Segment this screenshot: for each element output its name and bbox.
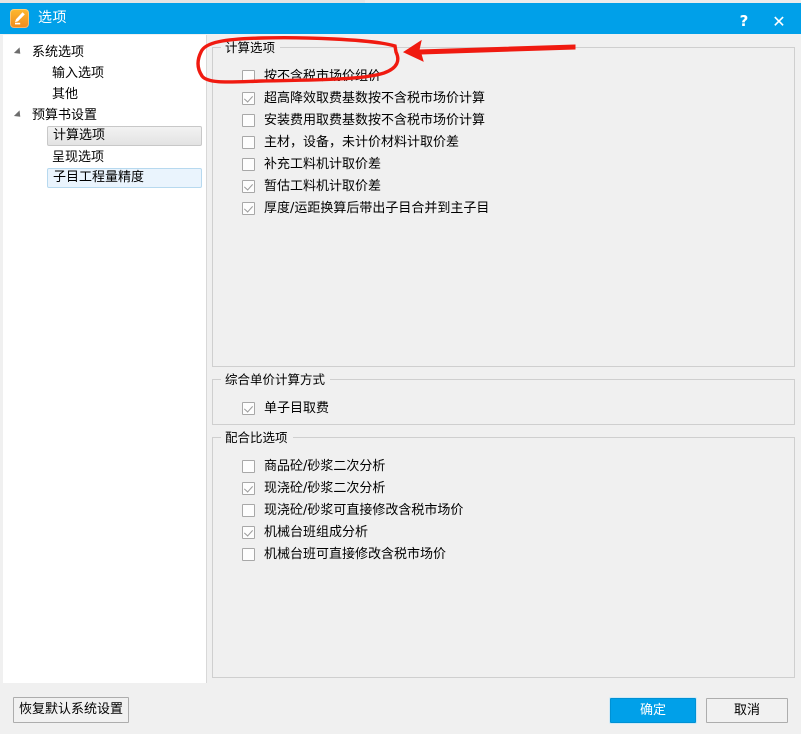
group-gb-calc: 计算选项按不含税市场价组价超高降效取费基数按不含税市场价计算 安装费用取费基数按不…	[212, 40, 795, 367]
checkbox-unchecked-icon[interactable]	[242, 547, 255, 561]
checkbox-row[interactable]: 单子目取费	[225, 398, 782, 420]
sidebar-item-4[interactable]: 计算选项	[3, 126, 206, 147]
checkbox-unchecked-icon[interactable]	[242, 157, 255, 171]
checkbox-label: 厚度/运距换算后带出子目合并到主子目	[264, 200, 490, 216]
window-title: 选项	[38, 10, 67, 26]
checkbox-row[interactable]: 现浇砼/砂浆二次分析	[225, 478, 782, 500]
checkbox-label: 单子目取费	[264, 400, 330, 416]
checkbox-checked-icon[interactable]	[242, 525, 255, 539]
checkbox-label: 现浇砼/砂浆可直接修改含税市场价	[264, 502, 464, 518]
checkbox-label: 机械台班可直接修改含税市场价	[264, 546, 447, 562]
sidebar-item-0[interactable]: 系统选项	[3, 42, 206, 63]
checkbox-checked-icon[interactable]	[242, 91, 255, 105]
checkbox-row[interactable]: 补充工料机计取价差	[225, 154, 782, 176]
checkbox-list: 单子目取费	[225, 386, 782, 420]
sidebar-item-label: 其他	[52, 87, 79, 102]
sidebar-item-3[interactable]: 预算书设置	[3, 105, 206, 126]
cancel-button[interactable]: 取消	[706, 698, 788, 723]
checkbox-row[interactable]: 机械台班可直接修改含税市场价	[225, 544, 782, 566]
sidebar-item-label: 计算选项	[47, 126, 202, 146]
checkbox-row[interactable]: 机械台班组成分析	[225, 522, 782, 544]
ok-button[interactable]: 确定	[610, 698, 696, 723]
checkbox-label: 机械台班组成分析	[264, 524, 369, 540]
sidebar-item-label: 系统选项	[32, 45, 85, 60]
close-icon[interactable]: ✕	[765, 6, 793, 37]
checkbox-unchecked-icon[interactable]	[242, 69, 255, 83]
checkbox-row[interactable]: 暂估工料机计取价差	[225, 176, 782, 198]
checkbox-checked-icon[interactable]	[242, 481, 255, 495]
checkbox-unchecked-icon[interactable]	[242, 459, 255, 473]
group-title: 计算选项	[221, 40, 281, 55]
group-gb-unit: 综合单价计算方式单子目取费	[212, 372, 795, 425]
checkbox-checked-icon[interactable]	[242, 201, 255, 215]
group-title: 配合比选项	[221, 430, 293, 445]
checkbox-label: 现浇砼/砂浆二次分析	[264, 480, 386, 496]
sidebar-item-5[interactable]: 呈现选项	[3, 147, 206, 168]
checkbox-label: 主材，设备，未计价材料计取价差	[264, 134, 460, 150]
checkbox-label: 安装费用取费基数按不含税市场价计算	[264, 112, 486, 128]
app-icon	[10, 9, 29, 28]
group-title: 综合单价计算方式	[221, 372, 331, 387]
settings-tree: 系统选项输入选项其他预算书设置计算选项呈现选项子目工程量精度	[3, 35, 206, 189]
checkbox-list: 按不含税市场价组价超高降效取费基数按不含税市场价计算 安装费用取费基数按不含税市场…	[225, 54, 782, 220]
checkbox-unchecked-icon[interactable]	[242, 113, 255, 127]
checkbox-row[interactable]: 商品砼/砂浆二次分析	[225, 456, 782, 478]
checkbox-row[interactable]: 按不含税市场价组价	[225, 66, 782, 88]
sidebar-item-label: 预算书设置	[32, 108, 98, 123]
checkbox-row[interactable]: 超高降效取费基数按不含税市场价计算	[225, 88, 782, 110]
checkbox-unchecked-icon[interactable]	[242, 135, 255, 149]
checkbox-row[interactable]: 主材，设备，未计价材料计取价差	[225, 132, 782, 154]
checkbox-label: 补充工料机计取价差	[264, 156, 382, 172]
sidebar-item-label: 呈现选项	[52, 150, 105, 165]
sidebar-item-1[interactable]: 输入选项	[3, 63, 206, 84]
checkbox-label: 超高降效取费基数按不含税市场价计算	[264, 90, 486, 106]
title-bar: 选项 ? ✕	[0, 3, 801, 34]
help-icon[interactable]: ?	[730, 6, 758, 37]
checkbox-checked-icon[interactable]	[242, 401, 255, 415]
options-dialog: 选项 ? ✕ 系统选项 输入选项 其他 预算书设置 计算选项 呈现选项 子目工程量精度 计算…	[0, 0, 801, 734]
sidebar-item-6[interactable]: 子目工程量精度	[3, 168, 206, 189]
checkbox-label: 按不含税市场价组价	[264, 68, 382, 84]
checkbox-list: 商品砼/砂浆二次分析 现浇砼/砂浆二次分析现浇砼/砂浆可直接修改含税市场价 机械台班…	[225, 444, 782, 566]
sidebar-item-2[interactable]: 其他	[3, 84, 206, 105]
checkbox-row[interactable]: 现浇砼/砂浆可直接修改含税市场价	[225, 500, 782, 522]
checkbox-label: 商品砼/砂浆二次分析	[264, 458, 386, 474]
options-content-panel: 计算选项按不含税市场价组价超高降效取费基数按不含税市场价计算 安装费用取费基数按不…	[210, 38, 795, 683]
settings-tree-panel: 系统选项输入选项其他预算书设置计算选项呈现选项子目工程量精度	[3, 35, 207, 683]
checkbox-unchecked-icon[interactable]	[242, 503, 255, 517]
checkbox-row[interactable]: 安装费用取费基数按不含税市场价计算	[225, 110, 782, 132]
restore-defaults-button[interactable]: 恢复默认系统设置	[13, 697, 129, 723]
group-gb-mix: 配合比选项商品砼/砂浆二次分析 现浇砼/砂浆二次分析现浇砼/砂浆可直接修改含税市场…	[212, 430, 795, 678]
sidebar-item-label: 输入选项	[52, 66, 105, 81]
checkbox-checked-icon[interactable]	[242, 179, 255, 193]
checkbox-row[interactable]: 厚度/运距换算后带出子目合并到主子目	[225, 198, 782, 220]
checkbox-label: 暂估工料机计取价差	[264, 178, 382, 194]
sidebar-item-label: 子目工程量精度	[47, 168, 202, 188]
